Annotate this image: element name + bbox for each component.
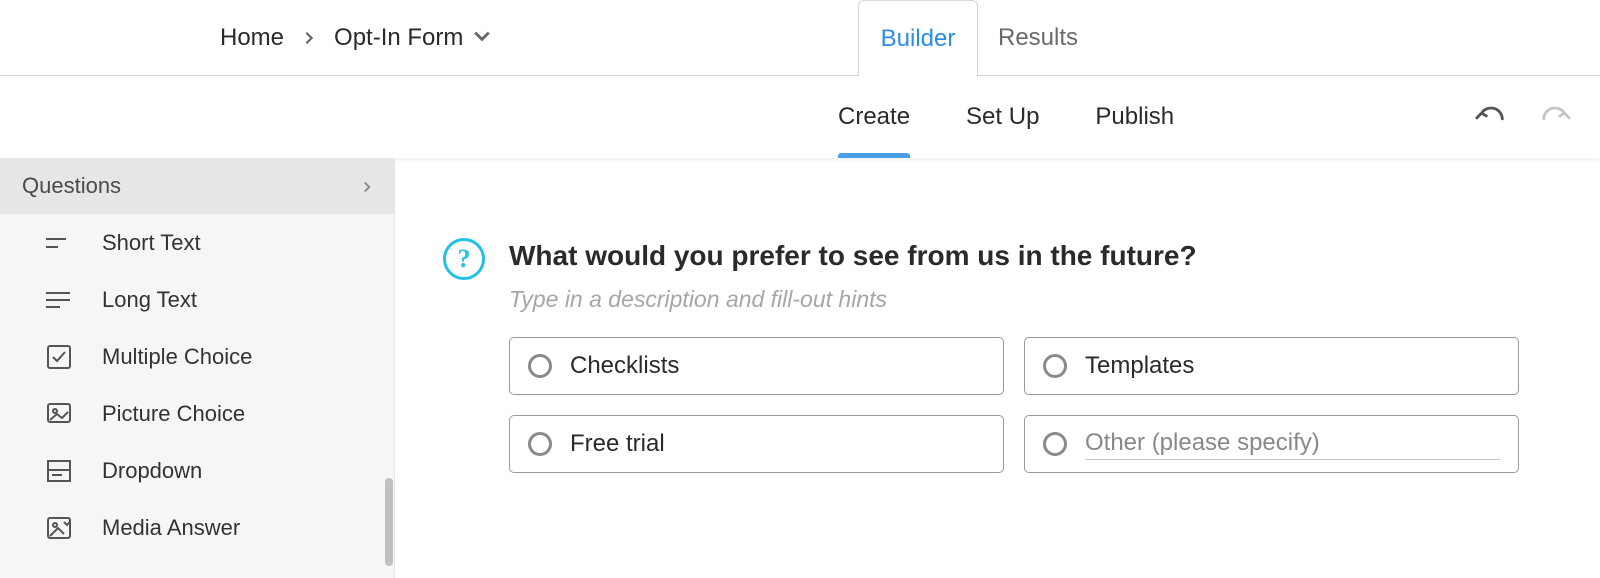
undo-button[interactable]: [1474, 98, 1508, 137]
sidebar-heading-label: Questions: [22, 173, 121, 199]
sidebar-item-label: Short Text: [102, 230, 201, 256]
sidebar-item-label: Multiple Choice: [102, 344, 252, 370]
radio-icon: [528, 354, 552, 378]
option-label: Free trial: [570, 430, 665, 458]
question-title[interactable]: What would you prefer to see from us in …: [509, 240, 1552, 272]
question-marker-icon: ?: [443, 238, 485, 280]
subtab-create[interactable]: Create: [838, 76, 910, 158]
sidebar-item-picture-choice[interactable]: Picture Choice: [0, 385, 395, 442]
chevron-right-icon: [302, 31, 316, 45]
breadcrumb: Home Opt-In Form: [220, 24, 491, 52]
options-grid: Checklists Templates Free trial Other (p…: [509, 337, 1552, 473]
sidebar-item-label: Media Answer: [102, 515, 240, 541]
tab-results[interactable]: Results: [978, 0, 1098, 76]
main-tabs: Builder Results: [858, 0, 1098, 76]
option-3[interactable]: Free trial: [509, 415, 1004, 473]
sidebar: Questions Short Text Long Text Multiple …: [0, 158, 395, 578]
tab-builder[interactable]: Builder: [858, 0, 978, 77]
sidebar-item-short-text[interactable]: Short Text: [0, 214, 395, 271]
canvas: ? What would you prefer to see from us i…: [395, 158, 1600, 578]
option-1[interactable]: Checklists: [509, 337, 1004, 395]
breadcrumb-current-label: Opt-In Form: [334, 24, 463, 52]
breadcrumb-home[interactable]: Home: [220, 24, 284, 52]
picture-choice-icon: [44, 399, 74, 429]
scrollbar[interactable]: [385, 478, 393, 566]
question-body: What would you prefer to see from us in …: [509, 238, 1552, 473]
media-answer-icon: [44, 513, 74, 543]
subtab-setup[interactable]: Set Up: [966, 76, 1039, 158]
top-bar: Home Opt-In Form Builder Results: [0, 0, 1600, 76]
sidebar-heading[interactable]: Questions: [0, 158, 395, 214]
redo-icon: [1538, 119, 1572, 136]
option-other[interactable]: Other (please specify): [1024, 415, 1519, 473]
breadcrumb-current[interactable]: Opt-In Form: [334, 24, 491, 52]
sidebar-item-label: Picture Choice: [102, 401, 245, 427]
history-controls: [1474, 98, 1572, 137]
short-text-icon: [44, 228, 74, 258]
sub-bar: Create Set Up Publish: [0, 76, 1600, 158]
option-label: Other (please specify): [1085, 429, 1500, 460]
option-label: Checklists: [570, 352, 679, 380]
option-2[interactable]: Templates: [1024, 337, 1519, 395]
sidebar-item-long-text[interactable]: Long Text: [0, 271, 395, 328]
long-text-icon: [44, 285, 74, 315]
subtab-publish[interactable]: Publish: [1095, 76, 1174, 158]
radio-icon: [528, 432, 552, 456]
option-label: Templates: [1085, 352, 1194, 380]
sidebar-item-label: Long Text: [102, 287, 197, 313]
sidebar-item-multiple-choice[interactable]: Multiple Choice: [0, 328, 395, 385]
sidebar-item-media-answer[interactable]: Media Answer: [0, 499, 395, 556]
sub-tabs: Create Set Up Publish: [838, 76, 1174, 158]
radio-icon: [1043, 432, 1067, 456]
dropdown-icon: [44, 456, 74, 486]
main-layout: Questions Short Text Long Text Multiple …: [0, 158, 1600, 578]
redo-button[interactable]: [1538, 98, 1572, 137]
chevron-down-icon: [473, 24, 491, 52]
sidebar-item-dropdown[interactable]: Dropdown: [0, 442, 395, 499]
multiple-choice-icon: [44, 342, 74, 372]
chevron-right-icon: [361, 173, 373, 199]
undo-icon: [1474, 119, 1508, 136]
question-block: ? What would you prefer to see from us i…: [443, 238, 1552, 473]
question-description[interactable]: Type in a description and fill-out hints: [509, 286, 1552, 313]
radio-icon: [1043, 354, 1067, 378]
sidebar-item-label: Dropdown: [102, 458, 202, 484]
